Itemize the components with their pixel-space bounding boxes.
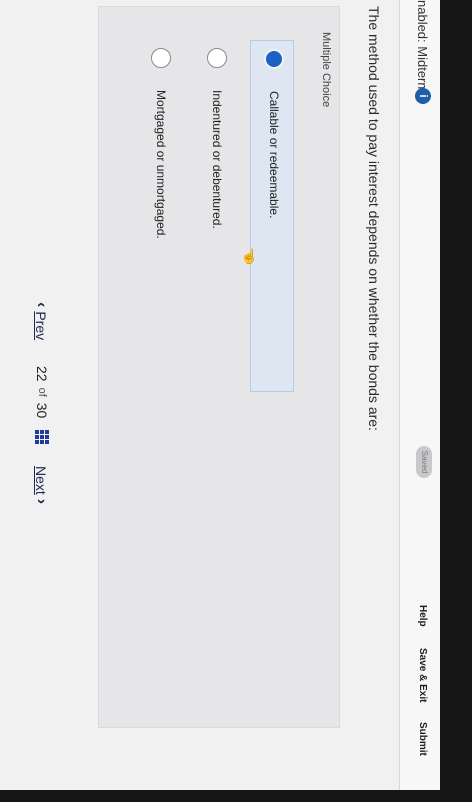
prev-label: Prev [33, 311, 49, 341]
radio-selected-icon[interactable] [264, 49, 284, 69]
hand-cursor-icon: ☝ [240, 248, 259, 265]
next-label: Next [33, 466, 49, 495]
radio-unselected-icon[interactable] [207, 48, 227, 68]
screen: nabled: Midterm I i Saved Help Save & Ex… [0, 0, 440, 790]
answer-option-label: Mortgaged or unmortgaged. [154, 90, 168, 239]
answer-option-indentured[interactable]: Indentured or debentured. [194, 40, 236, 540]
answer-option-mortgaged[interactable]: Mortgaged or unmortgaged. [138, 40, 180, 540]
chevron-right-icon: › [33, 498, 50, 505]
submit-link[interactable]: Submit [417, 722, 428, 756]
prev-button[interactable]: ‹ Prev [32, 302, 50, 340]
chevron-left-icon: ‹ [33, 302, 50, 308]
next-button[interactable]: Next › [32, 466, 50, 504]
info-icon[interactable]: i [415, 88, 431, 104]
top-bar: nabled: Midterm I i Saved Help Save & Ex… [399, 0, 440, 790]
saved-status-badge: Saved [416, 446, 432, 478]
page-title: nabled: Midterm I [415, 0, 430, 101]
radio-unselected-icon[interactable] [151, 48, 171, 68]
pagination-footer: ‹ Prev 22 of 30 Next › [0, 0, 60, 790]
answer-option-label: Callable or redeemable. [267, 91, 281, 219]
answer-option-callable[interactable]: Callable or redeemable. [250, 40, 294, 392]
total-pages: 30 [34, 402, 50, 419]
page-indicator[interactable]: 22 of 30 [34, 366, 50, 445]
question-type-label: Multiple Choice [320, 32, 332, 108]
question-text: The method used to pay interest depends … [366, 6, 382, 431]
grid-icon[interactable] [35, 430, 49, 445]
help-link[interactable]: Help [417, 605, 428, 627]
answer-option-label: Indentured or debentured. [210, 90, 224, 229]
save-exit-link[interactable]: Save & Exit [417, 648, 428, 702]
quiz-page: nabled: Midterm I i Saved Help Save & Ex… [0, 0, 440, 790]
of-label: of [36, 387, 48, 397]
current-page: 22 [34, 366, 50, 382]
